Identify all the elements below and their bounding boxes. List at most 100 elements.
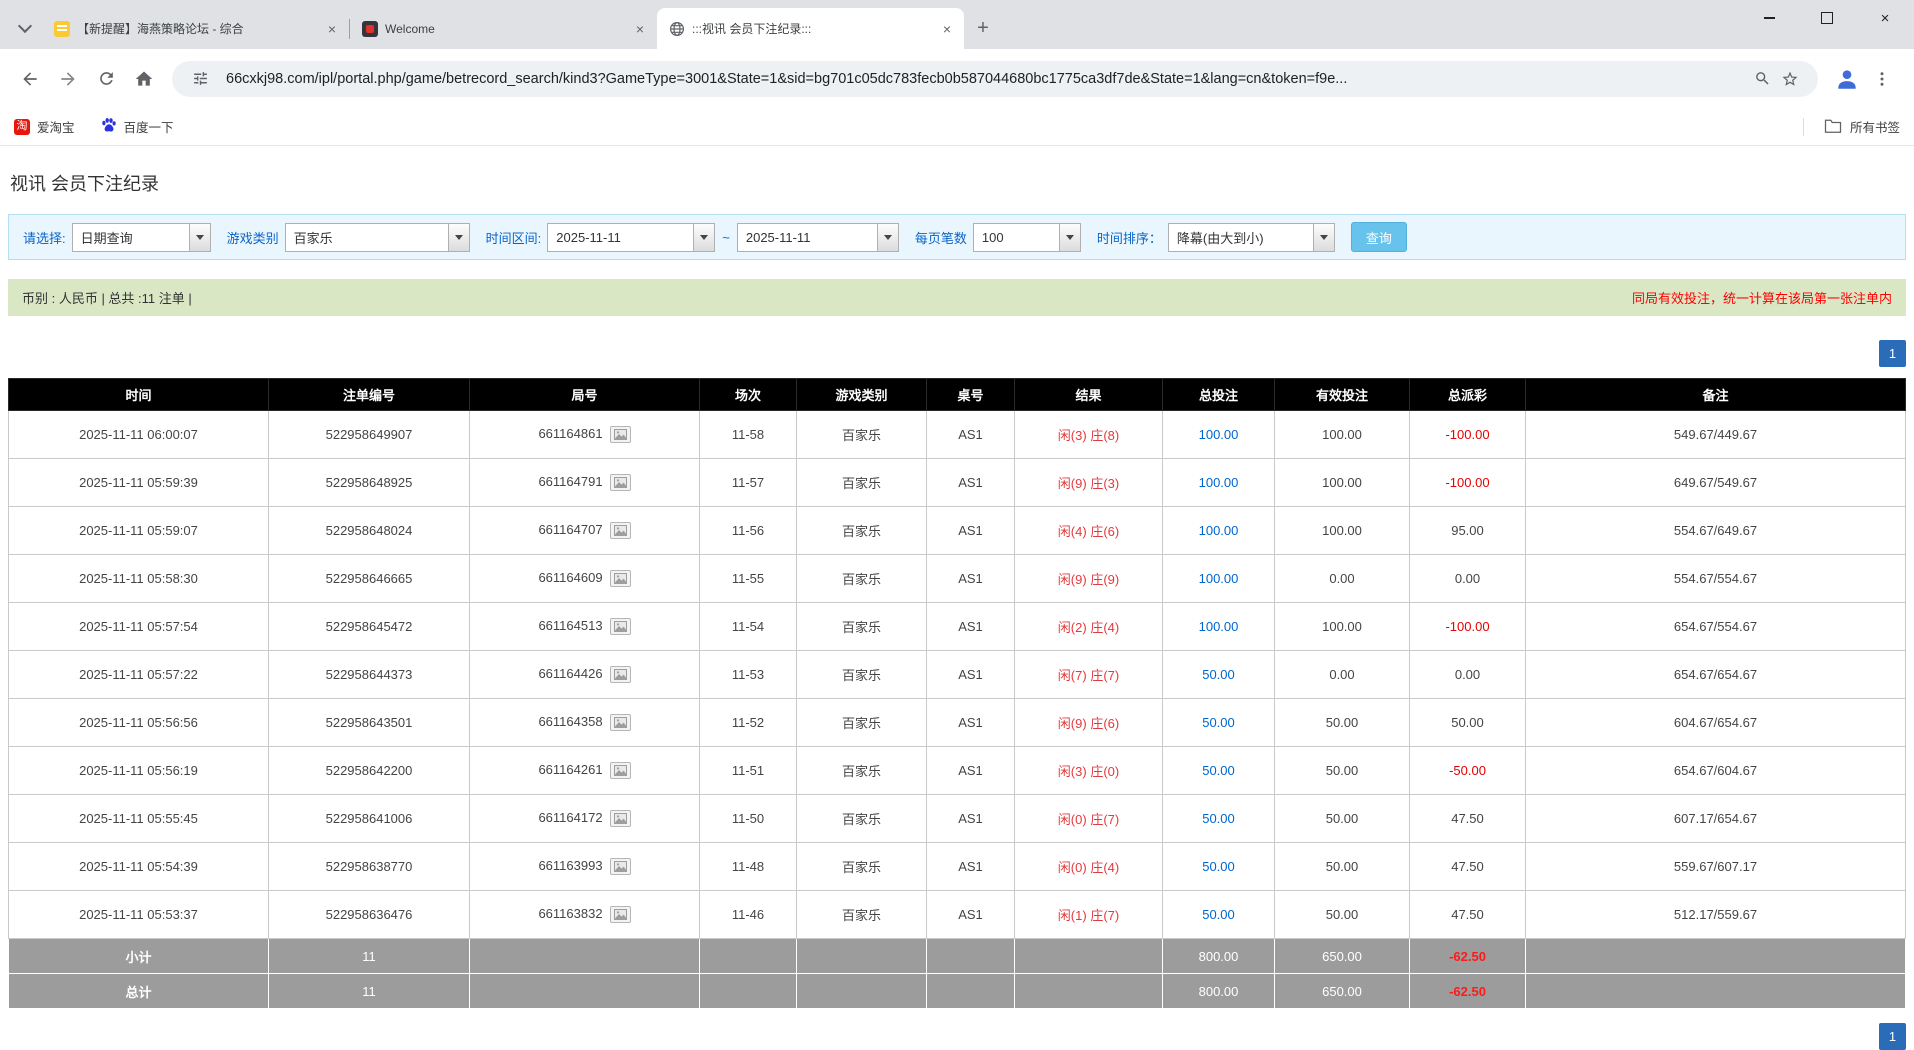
roadmap-image-icon[interactable] xyxy=(609,858,631,875)
query-mode-label: 请选择: xyxy=(23,230,66,246)
table-row: 2025-11-11 05:56:19 522958642200 6611642… xyxy=(8,746,1906,795)
cell-time: 2025-11-11 05:56:19 xyxy=(8,746,269,795)
roadmap-image-icon[interactable] xyxy=(609,810,631,827)
cell-bet-id: 522958644373 xyxy=(268,650,470,699)
reload-button[interactable] xyxy=(88,61,124,97)
cell-bet-id: 522958638770 xyxy=(268,842,470,891)
roadmap-image-icon[interactable] xyxy=(609,570,631,587)
roadmap-image-icon[interactable] xyxy=(609,762,631,779)
result-banker: 庄(4) xyxy=(1090,620,1120,635)
cell-total-bet[interactable]: 100.00 xyxy=(1162,410,1275,459)
cell-total-bet[interactable]: 100.00 xyxy=(1162,458,1275,507)
roadmap-image-icon[interactable] xyxy=(609,426,631,443)
cell-total-bet[interactable]: 100.00 xyxy=(1162,602,1275,651)
cell-bet-id: 522958648925 xyxy=(268,458,470,507)
tab-list-chevron-icon[interactable] xyxy=(10,13,40,43)
bookmark-star-icon[interactable] xyxy=(1776,65,1804,93)
cell-payout: -100.00 xyxy=(1409,410,1526,459)
roadmap-image-icon[interactable] xyxy=(609,618,631,635)
total-payout: -62.50 xyxy=(1409,973,1526,1009)
cell-total-bet[interactable]: 50.00 xyxy=(1162,890,1275,939)
cell-total-bet[interactable]: 100.00 xyxy=(1162,506,1275,555)
cell-session: 11-57 xyxy=(699,458,797,507)
page-size-select[interactable]: 100 xyxy=(972,222,1081,252)
bookmark-baidu[interactable]: 百度一下 xyxy=(101,117,174,136)
roadmap-image-icon[interactable] xyxy=(609,666,631,683)
sort-select[interactable]: 降幕(由大到小) xyxy=(1167,222,1335,252)
cell-total-bet[interactable]: 100.00 xyxy=(1162,554,1275,603)
url-text[interactable]: 66cxkj98.com/ipl/portal.php/game/betreco… xyxy=(226,71,1748,87)
cell-total-bet[interactable]: 50.00 xyxy=(1162,794,1275,843)
round-id-text: 661163993 xyxy=(538,858,603,873)
cell-payout: 0.00 xyxy=(1409,650,1526,699)
cell-result: 闲(4) 庄(6) xyxy=(1014,506,1163,555)
date-to-select[interactable]: 2025-11-11 xyxy=(736,222,899,252)
back-button[interactable] xyxy=(12,61,48,97)
table-row: 2025-11-11 05:59:39 522958648925 6611647… xyxy=(8,458,1906,507)
page-size-value: 100 xyxy=(981,229,1004,245)
cell-session: 11-58 xyxy=(699,410,797,459)
home-button[interactable] xyxy=(126,61,162,97)
cell-total-bet[interactable]: 50.00 xyxy=(1162,842,1275,891)
cell-total-bet[interactable]: 50.00 xyxy=(1162,698,1275,747)
roadmap-image-icon[interactable] xyxy=(609,522,631,539)
forward-button[interactable] xyxy=(50,61,86,97)
cell-session: 11-46 xyxy=(699,890,797,939)
cell-bet-id: 522958642200 xyxy=(268,746,470,795)
browser-tab-bet-record[interactable]: :::视讯 会员下注纪录::: × xyxy=(657,8,964,49)
all-bookmarks[interactable]: 所有书签 xyxy=(1802,117,1900,136)
roadmap-image-icon[interactable] xyxy=(609,906,631,923)
cell-remark: 654.67/654.67 xyxy=(1525,650,1906,699)
address-bar[interactable]: 66cxkj98.com/ipl/portal.php/game/betreco… xyxy=(172,60,1818,97)
page-number-button[interactable]: 1 xyxy=(1879,340,1906,367)
minimize-button[interactable] xyxy=(1740,0,1798,36)
roadmap-image-icon[interactable] xyxy=(609,474,631,491)
cell-payout: 95.00 xyxy=(1409,506,1526,555)
sort-label: 时间排序： xyxy=(1096,230,1162,246)
cell-payout: 47.50 xyxy=(1409,794,1526,843)
folder-icon xyxy=(1824,118,1842,136)
cell-result: 闲(9) 庄(6) xyxy=(1014,698,1163,747)
tab-close-icon[interactable]: × xyxy=(323,20,341,38)
tab-close-icon[interactable]: × xyxy=(938,20,956,38)
chevron-down-icon[interactable] xyxy=(188,223,210,251)
new-tab-button[interactable]: + xyxy=(968,13,998,43)
chevron-down-icon[interactable] xyxy=(1312,223,1334,251)
cell-total-bet[interactable]: 50.00 xyxy=(1162,746,1275,795)
zoom-icon[interactable] xyxy=(1748,65,1776,93)
chevron-down-icon[interactable] xyxy=(876,223,898,251)
cell-time: 2025-11-11 06:00:07 xyxy=(8,410,269,459)
cell-game-type: 百家乐 xyxy=(796,650,927,699)
chevron-down-icon[interactable] xyxy=(693,223,715,251)
col-header-time: 时间 xyxy=(8,378,269,411)
cell-total-bet[interactable]: 50.00 xyxy=(1162,650,1275,699)
site-settings-icon[interactable] xyxy=(186,65,214,93)
result-banker: 庄(4) xyxy=(1090,860,1120,875)
cell-bet-id: 522958648024 xyxy=(268,506,470,555)
cell-payout: 0.00 xyxy=(1409,554,1526,603)
search-button[interactable]: 查询 xyxy=(1350,222,1407,252)
maximize-button[interactable] xyxy=(1798,0,1856,36)
cell-table-no: AS1 xyxy=(926,554,1015,603)
browser-menu-button[interactable] xyxy=(1864,61,1900,97)
bookmark-label: 百度一下 xyxy=(123,121,174,135)
date-from-select[interactable]: 2025-11-11 xyxy=(547,222,716,252)
cell-payout: 50.00 xyxy=(1409,698,1526,747)
bookmark-aitaobao[interactable]: 淘 爱淘宝 xyxy=(14,117,75,136)
tab-close-icon[interactable]: × xyxy=(631,20,649,38)
col-header-round-id: 局号 xyxy=(469,378,700,411)
col-header-result: 结果 xyxy=(1014,378,1163,411)
sort-value: 降幕(由大到小) xyxy=(1176,230,1264,246)
query-mode-select[interactable]: 日期查询 xyxy=(71,222,211,252)
page-number-button[interactable]: 1 xyxy=(1879,1023,1906,1050)
date-to-value: 2025-11-11 xyxy=(745,229,811,245)
globe-favicon-icon xyxy=(669,21,685,37)
browser-tab-welcome[interactable]: Welcome × xyxy=(350,8,657,49)
game-type-select[interactable]: 百家乐 xyxy=(284,222,470,252)
close-window-button[interactable]: × xyxy=(1856,0,1914,36)
profile-avatar[interactable] xyxy=(1830,62,1864,96)
chevron-down-icon[interactable] xyxy=(1058,223,1080,251)
chevron-down-icon[interactable] xyxy=(447,223,469,251)
browser-tab-forum[interactable]: 【新提醒】海燕策略论坛 - 综合 × xyxy=(42,8,349,49)
roadmap-image-icon[interactable] xyxy=(609,714,631,731)
